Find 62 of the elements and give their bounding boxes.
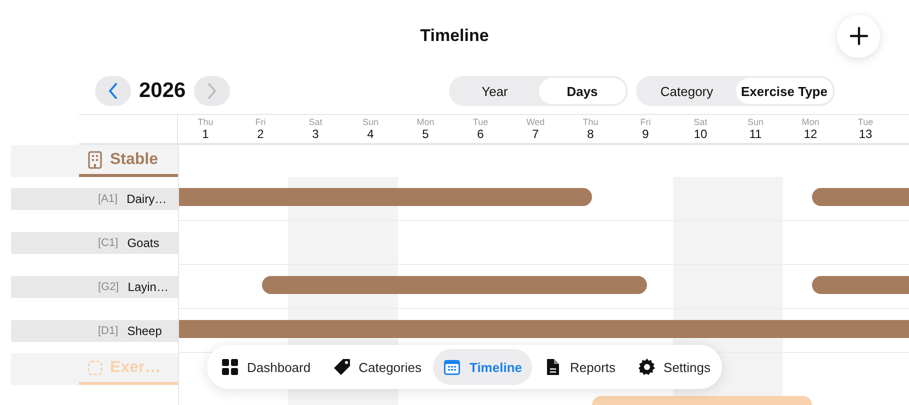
weekday-label: Mon xyxy=(802,117,820,127)
day-number: 5 xyxy=(422,127,429,141)
row-code: [D1] xyxy=(98,325,118,337)
day-number: 4 xyxy=(367,127,374,141)
weekday-label: Sat xyxy=(308,117,322,127)
weekday-label: Sun xyxy=(747,117,764,127)
settings-icon xyxy=(638,358,656,376)
calendar-icon xyxy=(443,358,462,376)
row-code: [C1] xyxy=(98,237,118,249)
row-code: [G2] xyxy=(98,281,119,293)
day-number: 13 xyxy=(858,127,872,141)
row-name: Dairy… xyxy=(126,192,167,206)
segment-option[interactable]: Category xyxy=(638,78,736,104)
tab-item[interactable]: Dashboard xyxy=(211,349,321,385)
day-number: 2 xyxy=(257,127,264,141)
grid-icon xyxy=(221,358,239,376)
day-number: 12 xyxy=(804,127,818,141)
day-number: 3 xyxy=(312,127,319,141)
day-number: 6 xyxy=(477,127,484,141)
tab-item[interactable]: Settings xyxy=(628,349,721,385)
screen-title: Timeline xyxy=(420,26,489,46)
tab-item[interactable]: Reports xyxy=(534,349,626,385)
segment-option[interactable]: Exercise Type xyxy=(736,78,833,104)
weekday-label: Tue xyxy=(858,117,874,127)
chevron-left-icon xyxy=(108,83,118,99)
section-title: Exer… xyxy=(110,358,161,376)
day-number: 8 xyxy=(587,127,594,141)
weekday-label: Fri xyxy=(255,117,266,127)
year-label: 2026 xyxy=(139,79,186,103)
day-number: 9 xyxy=(642,127,649,141)
header-strip xyxy=(11,353,79,385)
weekday-label: Mon xyxy=(416,117,434,127)
weekday-label: Thu xyxy=(198,117,214,127)
chevron-right-icon xyxy=(206,83,217,99)
row-name: Goats xyxy=(127,236,160,250)
tag-icon xyxy=(332,358,351,376)
day-number: 10 xyxy=(694,127,708,141)
segment-option[interactable]: Year xyxy=(451,78,538,104)
weekday-label: Wed xyxy=(526,117,545,127)
weekday-label: Sun xyxy=(362,117,378,127)
row-name: Layin… xyxy=(128,280,168,294)
day-number: 7 xyxy=(532,127,539,141)
weekday-label: Fri xyxy=(640,117,651,127)
plus-icon xyxy=(848,26,868,46)
weekday-label: Thu xyxy=(582,117,598,127)
dashed-square-icon xyxy=(87,360,103,376)
document-icon xyxy=(544,358,562,376)
previous-year-button[interactable] xyxy=(95,76,131,106)
segment-option[interactable]: Days xyxy=(538,78,626,104)
section-title: Stable xyxy=(110,150,158,168)
weekday-label: Tue xyxy=(472,117,488,127)
timeline-bar[interactable] xyxy=(812,276,909,294)
day-number: 1 xyxy=(202,127,209,141)
tab-item[interactable]: Categories xyxy=(322,349,432,385)
row-name: Sheep xyxy=(127,324,162,338)
add-button[interactable] xyxy=(837,14,880,58)
row-code: [A1] xyxy=(98,193,118,205)
weekday-label: Sat xyxy=(694,117,708,127)
day-number: 11 xyxy=(749,127,762,141)
header-strip xyxy=(11,145,79,177)
timeline-bar[interactable] xyxy=(812,188,909,206)
building-icon xyxy=(87,150,103,168)
